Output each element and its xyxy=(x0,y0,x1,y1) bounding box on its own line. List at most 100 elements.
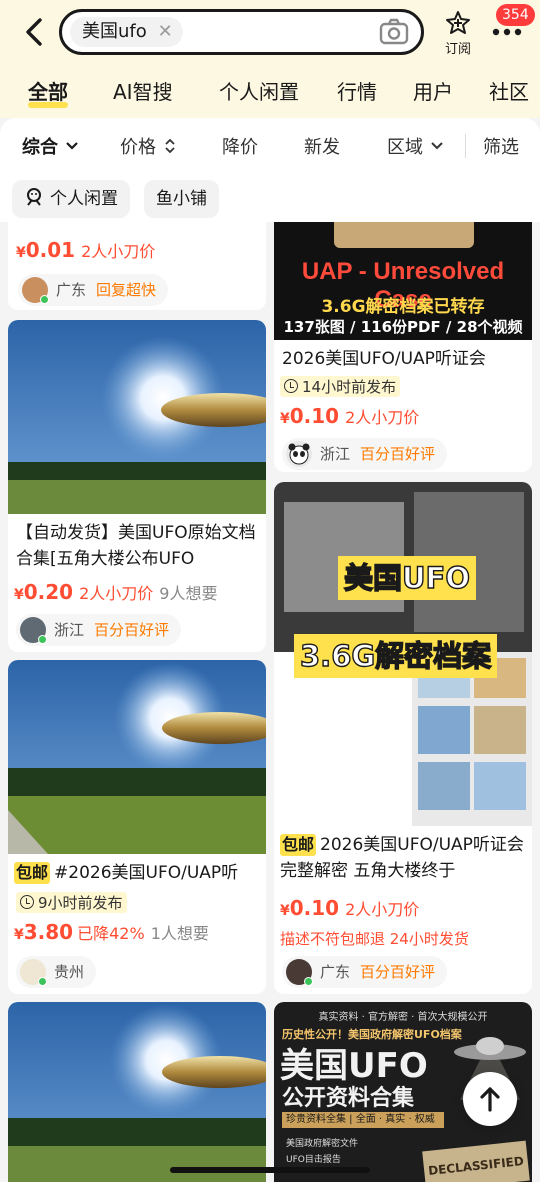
search-query-text: 美国ufo xyxy=(82,21,147,42)
category-tabs: 全部 AI智搜 个人闲置 行情 用户 社区 xyxy=(0,62,540,118)
seller-region: 广东 xyxy=(56,281,87,299)
seller-info[interactable]: 贵州 xyxy=(16,956,97,988)
bargain-label: 2人小刀价 xyxy=(345,408,420,427)
cover-subline: 3.6G解密档案 xyxy=(294,634,498,678)
price-drop: 已降42% xyxy=(77,924,145,943)
product-title: 2026美国UFO/UAP听证会 xyxy=(282,349,486,369)
product-image xyxy=(8,660,266,854)
seller-badge: 百分百好评 xyxy=(360,445,436,463)
price-row: ¥0.20 2人小刀价 9人想要 xyxy=(14,580,218,604)
free-shipping-tag: 包邮 xyxy=(280,834,317,856)
product-card[interactable]: UAP - Unresolved Case 3.6G解密档案已转存 137张图 … xyxy=(274,222,532,472)
price-row: ¥0.10 2人小刀价 xyxy=(280,404,420,428)
declassified-stamp: DECLASSIFIED xyxy=(422,1140,530,1182)
filter-new[interactable]: 新发 xyxy=(304,133,340,159)
image-search-button[interactable] xyxy=(379,18,409,46)
camera-icon xyxy=(379,18,409,45)
product-title: 包邮 2026美国UFO/UAP听证会完整解密 五角大楼终于 xyxy=(280,834,524,881)
clock-icon xyxy=(284,379,298,393)
cover-stats: 137张图 / 116份PDF / 28个视频 xyxy=(283,318,523,336)
notification-badge: 354 xyxy=(496,4,535,26)
currency-symbol: ¥ xyxy=(16,245,26,261)
avatar xyxy=(20,959,47,986)
product-image: 美国UFO 3.6G解密档案 xyxy=(274,482,532,826)
back-button[interactable] xyxy=(18,14,50,50)
search-input[interactable]: 美国ufo ✕ xyxy=(59,9,424,55)
product-card[interactable]: 【自动发货】美国UFO原始文档合集[五角大楼公布UFO ¥0.20 2人小刀价 9人… xyxy=(8,320,266,652)
filter-comprehensive[interactable]: 综合 xyxy=(22,133,79,159)
arrow-up-icon xyxy=(480,1087,500,1112)
tab-community[interactable]: 社区 xyxy=(489,76,529,105)
filter-bar: 综合 价格 降价 新发 区域 筛选 xyxy=(0,118,540,174)
bargain-label: 2人小刀价 xyxy=(79,584,154,603)
clock-icon xyxy=(20,895,34,909)
chevron-down-icon xyxy=(66,142,79,150)
product-card[interactable] xyxy=(8,1002,266,1182)
filter-price-drop[interactable]: 降价 xyxy=(222,133,258,159)
seller-info[interactable]: 浙江 百分百好评 xyxy=(282,438,448,470)
seller-badge: 回复超快 xyxy=(96,281,157,299)
cover-subline: 3.6G解密档案已转存 xyxy=(321,297,485,317)
free-shipping-tag: 包邮 xyxy=(14,862,51,884)
quick-filter-personal[interactable]: 个人闲置 xyxy=(12,180,130,218)
clear-query-icon[interactable]: ✕ xyxy=(158,17,173,47)
seller-badge: 百分百好评 xyxy=(94,621,170,639)
tab-personal-idle[interactable]: 个人闲置 xyxy=(219,76,299,105)
person-icon xyxy=(27,188,41,206)
cover-headline: 美国UFO xyxy=(338,556,477,600)
seller-badge: 百分百好评 xyxy=(360,963,436,981)
seller-region: 贵州 xyxy=(54,963,85,981)
seller-region: 广东 xyxy=(320,963,351,981)
ufo-photo xyxy=(8,660,266,854)
want-count: 9人想要 xyxy=(159,584,218,603)
tab-market[interactable]: 行情 xyxy=(337,76,377,105)
avatar xyxy=(286,959,313,986)
service-promise: 描述不符包邮退 24小时发货 xyxy=(280,930,469,948)
back-to-top-button[interactable] xyxy=(463,1072,517,1126)
product-feed: ¥0.01 2人小刀价 广东 回复超快 UAP - Unresolved Case … xyxy=(0,222,540,1182)
seller-info[interactable]: 广东 回复超快 xyxy=(18,274,169,306)
price: 0.01 xyxy=(25,238,76,262)
sort-icon xyxy=(165,138,175,154)
product-card[interactable]: 美国UFO 3.6G解密档案 包邮 2026美国UFO/UAP听证会完整解密 五角… xyxy=(274,482,532,994)
publish-time: 14小时前发布 xyxy=(280,376,401,397)
product-image xyxy=(8,1002,266,1182)
product-card[interactable]: ¥0.01 2人小刀价 广东 回复超快 xyxy=(8,222,266,310)
panda-icon xyxy=(288,443,310,465)
cover-banner: 珍贵资料全集 | 全面 · 真实 · 权威 xyxy=(282,1112,444,1128)
home-indicator[interactable] xyxy=(170,1167,370,1173)
search-query-chip[interactable]: 美国ufo ✕ xyxy=(70,17,183,47)
price-row: ¥3.80 已降42% 1人想要 xyxy=(14,920,209,944)
tab-ai-search[interactable]: AI智搜 xyxy=(113,76,173,105)
avatar xyxy=(286,441,312,467)
search-header: 美国ufo ✕ 订阅 354 xyxy=(0,0,540,62)
cover-item-2: UFO目击报告 xyxy=(286,1155,341,1165)
chevron-down-icon xyxy=(431,142,443,150)
publish-time: 9小时前发布 xyxy=(16,892,127,913)
cover-headline-2: 公开资料合集 xyxy=(282,1086,415,1111)
price-row: ¥0.01 2人小刀价 xyxy=(16,238,155,262)
product-image xyxy=(8,320,266,514)
price: 0.20 xyxy=(23,580,74,604)
bargain-label: 2人小刀价 xyxy=(345,900,420,919)
price: 0.10 xyxy=(289,404,340,428)
tab-all[interactable]: 全部 xyxy=(28,76,68,105)
product-title: 包邮 #2026美国UFO/UAP听 xyxy=(14,862,239,884)
cover-topline: 真实资料 · 官方解密 · 首次大规模公开 xyxy=(318,1012,488,1023)
seller-info[interactable]: 广东 百分百好评 xyxy=(282,956,448,988)
filter-divider xyxy=(465,134,466,158)
seller-region: 浙江 xyxy=(320,445,351,463)
product-image: UAP - Unresolved Case 3.6G解密档案已转存 137张图 … xyxy=(274,222,532,340)
seller-info[interactable]: 浙江 百分百好评 xyxy=(16,614,182,646)
price-row: ¥0.10 2人小刀价 xyxy=(280,896,420,920)
cover-item-1: 美国政府解密文件 xyxy=(286,1139,359,1149)
filter-price[interactable]: 价格 xyxy=(120,133,176,159)
product-card[interactable]: 包邮 #2026美国UFO/UAP听 9小时前发布 ¥3.80 已降42% 1人想要 … xyxy=(8,660,266,994)
subscribe-button[interactable]: 订阅 xyxy=(440,10,476,58)
tab-users[interactable]: 用户 xyxy=(413,76,453,105)
filter-region[interactable]: 区域 xyxy=(387,133,443,159)
quick-filter-shop[interactable]: 鱼小铺 xyxy=(144,180,219,218)
avatar xyxy=(22,277,49,304)
filter-more[interactable]: 筛选 xyxy=(483,133,519,159)
subscribe-icon xyxy=(446,11,470,34)
